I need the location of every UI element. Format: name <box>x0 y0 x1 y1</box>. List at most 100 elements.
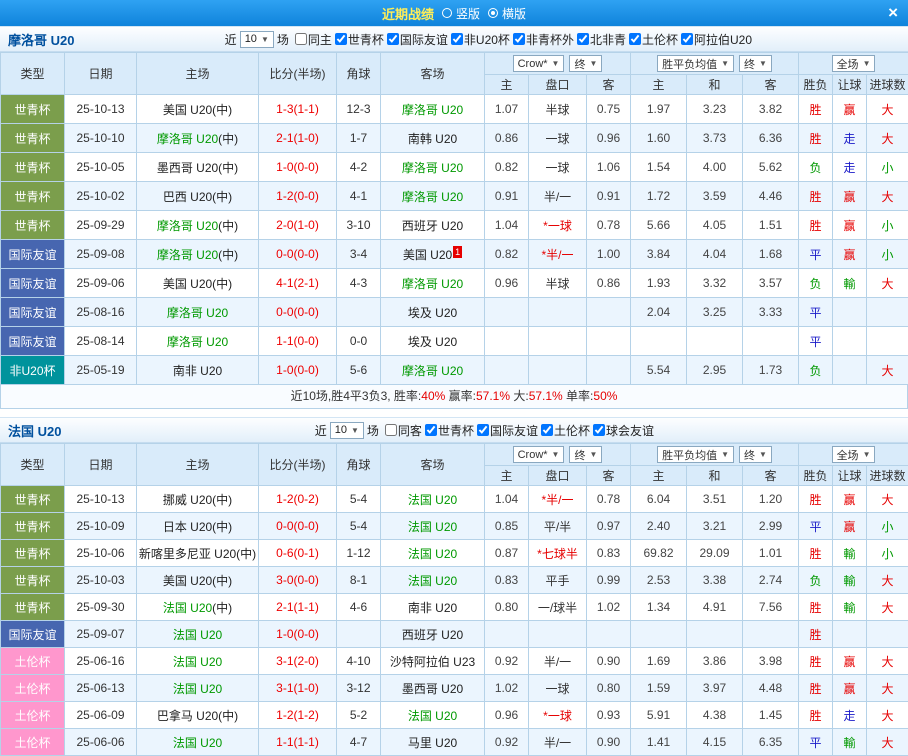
col-type: 类型 <box>1 444 65 486</box>
filter-checkbox[interactable]: 国际友谊 <box>387 31 448 48</box>
filter-checkbox[interactable]: 同客 <box>385 422 422 439</box>
filter-label: 世青杯 <box>438 422 474 439</box>
handicap: *一球 <box>529 211 587 240</box>
filter-checkbox[interactable]: 非U20杯 <box>451 31 510 48</box>
lose-avg-odds: 6.36 <box>743 124 799 153</box>
col-handicap: 盘口 <box>529 75 587 95</box>
home-odds: 1.04 <box>485 486 529 513</box>
checkbox-input[interactable] <box>541 424 553 436</box>
filter-checkbox[interactable]: 阿拉伯U20 <box>681 31 752 48</box>
layout-horizontal-option[interactable]: 横版 <box>488 5 526 22</box>
away-team-name: 南韩 U20 <box>408 132 457 146</box>
final-wdl-select[interactable]: 终 ▼ <box>739 446 772 463</box>
checkbox-input[interactable] <box>477 424 489 436</box>
away-team-cell: 南非 U20 <box>381 594 485 621</box>
home-team-cell: 法国 U20 <box>137 729 259 756</box>
checkbox-input[interactable] <box>335 33 347 45</box>
handicap: 平手 <box>529 567 587 594</box>
result-goals: 大 <box>867 729 908 756</box>
match-row: 土伦杯25-06-16法国 U203-1(2-0)4-10沙特阿拉伯 U230.… <box>1 648 908 675</box>
filter-checkbox[interactable]: 同主 <box>295 31 332 48</box>
lose-avg-odds: 2.74 <box>743 567 799 594</box>
checkbox-input[interactable] <box>425 424 437 436</box>
layout-vertical-option[interactable]: 竖版 <box>442 5 480 22</box>
fulltime-header: 全场 ▼ <box>799 53 908 75</box>
away-team-cell: 西班牙 U20 <box>381 211 485 240</box>
filter-checkbox[interactable]: 土伦杯 <box>541 422 590 439</box>
competition-type: 国际友谊 <box>1 327 65 356</box>
checkbox-input[interactable] <box>593 424 605 436</box>
match-row: 国际友谊25-09-07法国 U201-0(0-0)西班牙 U20胜 <box>1 621 908 648</box>
home-team-name: 摩洛哥 U20 <box>157 219 218 233</box>
match-count-value: 10 <box>335 424 347 436</box>
checkbox-input[interactable] <box>513 33 525 45</box>
match-row: 土伦杯25-06-06法国 U201-1(1-1)4-7马里 U200.92半/… <box>1 729 908 756</box>
filter-checkbox[interactable]: 球会友谊 <box>593 422 654 439</box>
checkbox-input[interactable] <box>385 424 397 436</box>
filter-checkbox[interactable]: 国际友谊 <box>477 422 538 439</box>
match-count-select[interactable]: 10 ▼ <box>240 31 274 48</box>
col-avg-draw: 和 <box>687 75 743 95</box>
result-wdl: 负 <box>799 567 833 594</box>
checkbox-input[interactable] <box>387 33 399 45</box>
checkbox-input[interactable] <box>451 33 463 45</box>
match-date: 25-10-06 <box>65 540 137 567</box>
filter-checkbox[interactable]: 土伦杯 <box>629 31 678 48</box>
filter-checkbox[interactable]: 世青杯 <box>335 31 384 48</box>
win-avg-odds: 3.84 <box>631 240 687 269</box>
bookmaker-select[interactable]: Crow* ▼ <box>513 55 565 72</box>
checkbox-input[interactable] <box>681 33 693 45</box>
checkbox-input[interactable] <box>295 33 307 45</box>
wdl-average-select[interactable]: 胜平负均值 ▼ <box>657 446 734 463</box>
close-icon[interactable]: × <box>888 2 898 24</box>
away-odds: 0.96 <box>587 124 631 153</box>
bookmaker-select[interactable]: Crow* ▼ <box>513 446 565 463</box>
match-date: 25-06-13 <box>65 675 137 702</box>
home-team-cell: 墨西哥 U20(中) <box>137 153 259 182</box>
col-score: 比分(半场) <box>259 444 337 486</box>
filter-label: 阿拉伯U20 <box>694 31 752 48</box>
home-team-cell: 美国 U20(中) <box>137 567 259 594</box>
final-odds-select[interactable]: 终 ▼ <box>569 55 602 72</box>
draw-avg-odds: 4.91 <box>687 594 743 621</box>
corner-count: 1-7 <box>337 124 381 153</box>
filter-checkbox[interactable]: 北非青 <box>577 31 626 48</box>
final-wdl-select[interactable]: 终 ▼ <box>739 55 772 72</box>
final-odds-select[interactable]: 终 ▼ <box>569 446 602 463</box>
match-row: 世青杯25-10-13美国 U20(中)1-3(1-1)12-3摩洛哥 U201… <box>1 95 908 124</box>
chevron-down-icon: ▼ <box>863 450 871 459</box>
home-team-cell: 摩洛哥 U20 <box>137 327 259 356</box>
wdl-average-select[interactable]: 胜平负均值 ▼ <box>657 55 734 72</box>
checkbox-input[interactable] <box>577 33 589 45</box>
fulltime-select[interactable]: 全场 ▼ <box>832 446 876 463</box>
corner-count: 3-4 <box>337 240 381 269</box>
match-count-select[interactable]: 10 ▼ <box>330 422 364 439</box>
win-avg-odds: 1.34 <box>631 594 687 621</box>
fulltime-select[interactable]: 全场 ▼ <box>832 55 876 72</box>
home-team-cell: 巴西 U20(中) <box>137 182 259 211</box>
results-table: 类型 日期 主场 比分(半场) 角球 客场 Crow* ▼ 终 ▼ <box>0 52 908 385</box>
lose-avg-odds: 3.33 <box>743 298 799 327</box>
filter-checkbox[interactable]: 非青杯外 <box>513 31 574 48</box>
result-goals: 大 <box>867 269 908 298</box>
home-team-cell: 法国 U20 <box>137 675 259 702</box>
home-odds: 1.07 <box>485 95 529 124</box>
away-odds: 1.00 <box>587 240 631 269</box>
odds-source-header: Crow* ▼ 终 ▼ <box>485 53 631 75</box>
chevron-down-icon: ▼ <box>261 35 269 44</box>
filter-checkbox[interactable]: 世青杯 <box>425 422 474 439</box>
checkbox-input[interactable] <box>629 33 641 45</box>
result-handicap: 走 <box>833 124 867 153</box>
away-odds: 0.83 <box>587 540 631 567</box>
corner-count: 8-1 <box>337 567 381 594</box>
corner-count: 12-3 <box>337 95 381 124</box>
draw-avg-odds: 3.97 <box>687 675 743 702</box>
wdl-average-value: 胜平负均值 <box>662 56 717 72</box>
lose-avg-odds: 1.01 <box>743 540 799 567</box>
match-score: 1-0(0-0) <box>259 621 337 648</box>
handicap: 半/一 <box>529 182 587 211</box>
draw-avg-odds: 3.51 <box>687 486 743 513</box>
result-goals: 小 <box>867 153 908 182</box>
match-date: 25-10-10 <box>65 124 137 153</box>
home-team-cell: 法国 U20(中) <box>137 594 259 621</box>
